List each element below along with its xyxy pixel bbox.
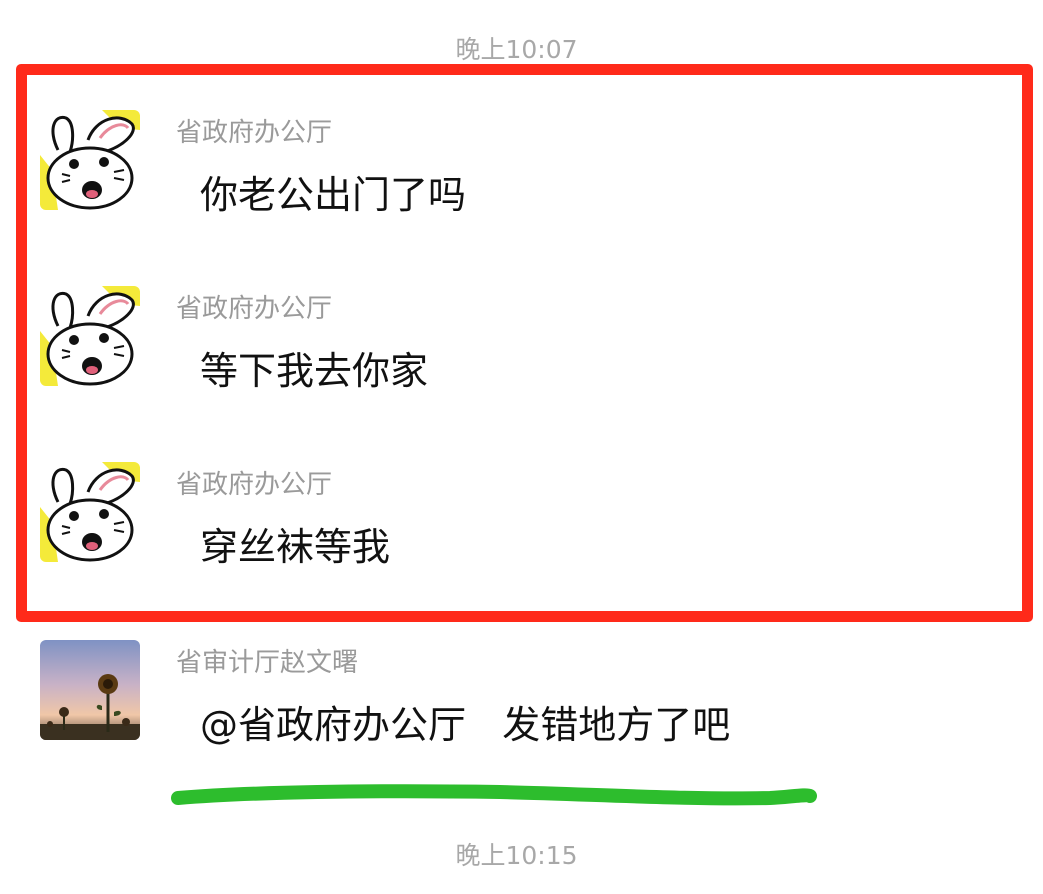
message-item: 省审计厅赵文曙 @省政府办公厅 发错地方了吧 <box>40 640 1000 750</box>
message-text[interactable]: 穿丝袜等我 <box>200 516 390 571</box>
sender-name: 省审计厅赵文曙 <box>176 648 359 678</box>
message-item: 省政府办公厅 穿丝袜等我 <box>40 462 1000 572</box>
bunny-avatar-icon[interactable] <box>40 286 140 386</box>
message-text[interactable]: @省政府办公厅 发错地方了吧 <box>200 694 730 749</box>
bunny-avatar-icon[interactable] <box>40 110 140 210</box>
sender-name: 省政府办公厅 <box>176 118 333 148</box>
sender-name: 省政府办公厅 <box>176 294 333 324</box>
message-text[interactable]: 等下我去你家 <box>200 340 428 395</box>
bunny-avatar-icon[interactable] <box>40 462 140 562</box>
message-text[interactable]: 你老公出门了吗 <box>200 164 466 219</box>
sunflower-sunset-avatar-icon[interactable] <box>40 640 140 740</box>
sender-name: 省政府办公厅 <box>176 470 333 500</box>
message-item: 省政府办公厅 你老公出门了吗 <box>40 110 1000 220</box>
timestamp-top: 晚上10:07 <box>455 35 578 64</box>
timestamp-bottom: 晚上10:15 <box>455 841 578 870</box>
green-underline-mark <box>171 784 817 806</box>
message-item: 省政府办公厅 等下我去你家 <box>40 286 1000 396</box>
